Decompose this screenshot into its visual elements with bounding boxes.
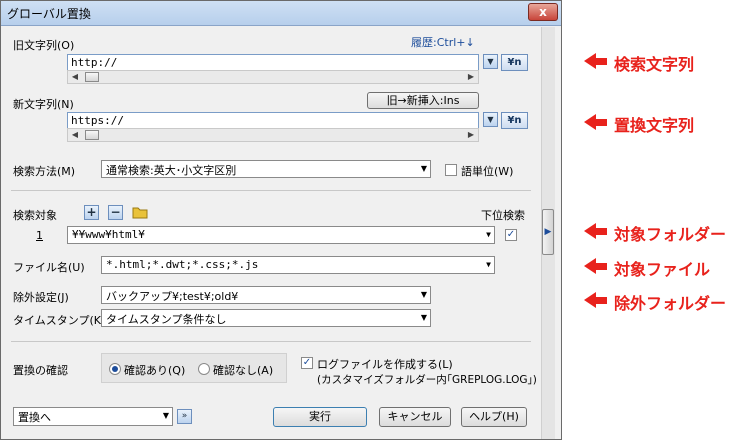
chevron-right-icon: ▶ — [544, 227, 552, 237]
global-replace-dialog: グローバル置換 x 旧文字列(O) 履歴:Ctrl+↓ http:// ◀ ▶ … — [0, 0, 562, 440]
target-folder-input[interactable]: ¥¥www¥html¥ ▼ — [67, 226, 495, 244]
run-button[interactable]: 実行 — [273, 407, 367, 427]
confirm-yes-radio[interactable] — [109, 363, 121, 375]
add-folder-button[interactable]: + — [84, 205, 99, 220]
log-file-note: (カスタマイズフォルダー内｢GREPLOG.LOG｣) — [317, 374, 537, 386]
chevron-down-icon: ▼ — [420, 164, 427, 173]
exclude-value: バックアップ¥;test¥;old¥ — [106, 290, 239, 303]
replace-input[interactable]: https:// — [67, 112, 479, 129]
red-arrow-stem — [596, 119, 607, 126]
timestamp-select[interactable]: タイムスタンプ条件なし ▼ — [101, 309, 431, 327]
chevron-down-icon: ▼ — [486, 260, 491, 269]
red-arrow-icon — [584, 53, 596, 69]
confirm-group: 確認あり(Q) 確認なし(A) — [101, 353, 287, 383]
method-select[interactable]: 通常検索:英大･小文字区別 ▼ — [101, 160, 431, 178]
timestamp-value: タイムスタンプ条件なし — [106, 313, 227, 326]
search-label: 旧文字列(O) — [13, 39, 75, 52]
red-arrow-icon — [584, 223, 596, 239]
word-unit-label[interactable]: 語単位(W) — [461, 163, 513, 179]
filename-label: ファイル名(U) — [13, 261, 85, 274]
timestamp-label: タイムスタンプ(K) — [13, 314, 106, 327]
divider — [11, 190, 531, 191]
double-chevron-right-icon: » — [181, 411, 188, 421]
target-row-number: 1 — [36, 229, 43, 242]
chevron-down-icon: ▼ — [487, 115, 494, 124]
folder-icon — [132, 207, 148, 219]
action-select-value: 置換へ — [18, 411, 51, 424]
annotation-label: 検索文字列 — [614, 55, 695, 74]
red-arrow-stem — [596, 228, 607, 235]
side-panel-toggle[interactable]: ▶ — [542, 209, 554, 255]
confirm-no-radio[interactable] — [198, 363, 210, 375]
search-escape-button[interactable]: ¥n — [501, 54, 528, 71]
method-select-value: 通常検索:英大･小文字区別 — [106, 164, 237, 177]
filename-value: *.html;*.dwt;*.css;*.js — [106, 258, 259, 271]
red-arrow-icon — [584, 258, 596, 274]
annotation-label: 対象ファイル — [614, 260, 711, 279]
scroll-right-icon[interactable]: ▶ — [464, 129, 478, 141]
title-bar[interactable]: グローバル置換 x — [1, 1, 561, 26]
divider — [11, 341, 531, 342]
search-history-dropdown[interactable]: ▼ — [483, 54, 498, 69]
method-label: 検索方法(M) — [13, 165, 76, 178]
confirm-label: 置換の確認 — [13, 364, 68, 377]
subfolder-label: 下位検索 — [481, 209, 525, 222]
word-unit-checkbox[interactable] — [445, 164, 457, 176]
chevron-down-icon: ▼ — [486, 230, 491, 239]
red-arrow-stem — [596, 58, 607, 65]
scroll-left-icon[interactable]: ◀ — [68, 71, 82, 83]
red-arrow-stem — [596, 263, 607, 270]
cancel-button[interactable]: キャンセル — [379, 407, 451, 427]
replace-input-scrollbar[interactable]: ◀ ▶ — [67, 128, 479, 142]
target-label: 検索対象 — [13, 209, 57, 222]
replace-history-dropdown[interactable]: ▼ — [483, 112, 498, 127]
log-file-checkbox[interactable]: ✓ — [301, 357, 313, 369]
scroll-right-icon[interactable]: ▶ — [464, 71, 478, 83]
checkmark-icon: ✓ — [302, 357, 312, 368]
history-shortcut[interactable]: 履歴:Ctrl+↓ — [411, 34, 475, 50]
red-arrow-icon — [584, 114, 596, 130]
minus-icon: − — [110, 205, 121, 219]
close-button[interactable]: x — [528, 3, 558, 21]
subfolder-checkbox[interactable]: ✓ — [505, 229, 517, 241]
browse-folder-button[interactable] — [132, 205, 148, 219]
radio-dot-icon — [112, 366, 118, 372]
confirm-yes-label[interactable]: 確認あり(Q) — [124, 362, 185, 378]
exclude-label: 除外設定(J) — [13, 291, 69, 304]
red-arrow-stem — [596, 297, 607, 304]
annotation-label: 除外フォルダー — [614, 294, 727, 313]
scroll-thumb[interactable] — [85, 72, 99, 82]
red-arrow-icon — [584, 292, 596, 308]
search-input-scrollbar[interactable]: ◀ ▶ — [67, 70, 479, 84]
chevron-down-icon: ▼ — [420, 313, 427, 322]
expand-options-button[interactable]: » — [177, 409, 192, 424]
search-input[interactable]: http:// — [67, 54, 479, 71]
scroll-left-icon[interactable]: ◀ — [68, 129, 82, 141]
chevron-down-icon: ▼ — [487, 57, 494, 66]
annotation-label: 置換文字列 — [614, 116, 695, 135]
insert-old-to-new-button[interactable]: 旧→新挿入:Ins — [367, 92, 479, 109]
help-button[interactable]: ヘルプ(H) — [461, 407, 527, 427]
remove-folder-button[interactable]: − — [108, 205, 123, 220]
exclude-select[interactable]: バックアップ¥;test¥;old¥ ▼ — [101, 286, 431, 304]
chevron-down-icon: ▼ — [420, 290, 427, 299]
confirm-no-label[interactable]: 確認なし(A) — [213, 362, 273, 378]
replace-escape-button[interactable]: ¥n — [501, 112, 528, 129]
action-select[interactable]: 置換へ ▼ — [13, 407, 173, 426]
scroll-thumb[interactable] — [85, 130, 99, 140]
filename-input[interactable]: *.html;*.dwt;*.css;*.js ▼ — [101, 256, 495, 274]
replace-label: 新文字列(N) — [13, 98, 74, 111]
plus-icon: + — [86, 205, 97, 219]
window-title: グローバル置換 — [7, 7, 91, 21]
checkmark-icon: ✓ — [506, 229, 516, 240]
annotation-label: 対象フォルダー — [614, 225, 727, 244]
chevron-down-icon: ▼ — [162, 411, 169, 420]
target-folder-value: ¥¥www¥html¥ — [72, 228, 145, 241]
log-file-label[interactable]: ログファイルを作成する(L) — [317, 356, 453, 372]
